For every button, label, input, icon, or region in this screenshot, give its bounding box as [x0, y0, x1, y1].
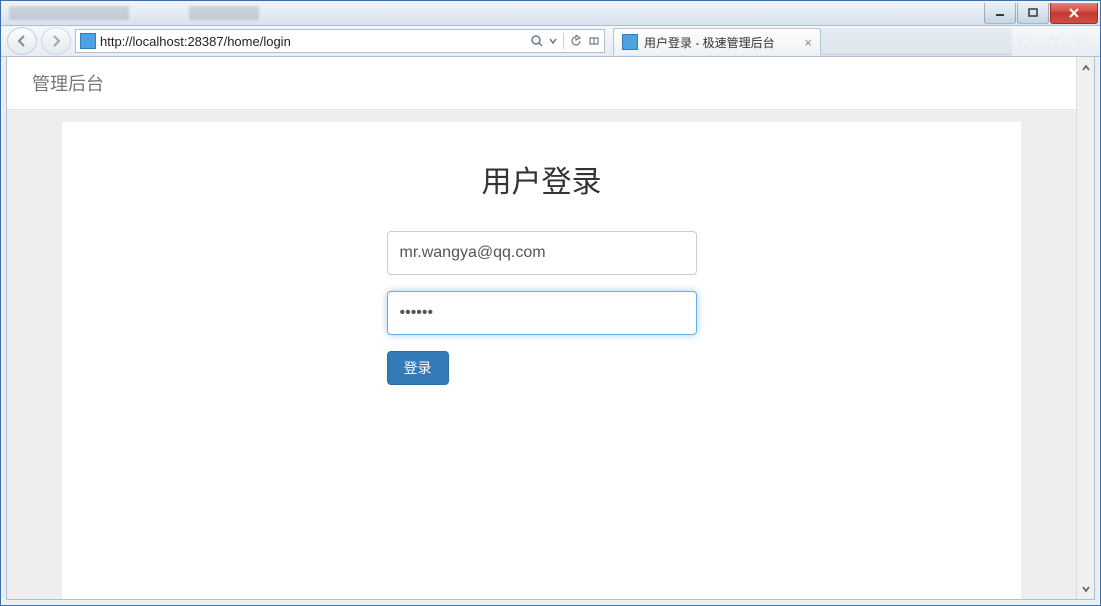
window-maximize-button[interactable] — [1017, 3, 1049, 24]
forward-icon — [49, 34, 63, 48]
gear-icon — [1073, 33, 1089, 49]
page-background: 用户登录 登录 — [7, 110, 1076, 599]
browser-window: http://localhost:28387/home/login 用户登录 -… — [0, 0, 1101, 606]
back-icon — [15, 34, 29, 48]
chevron-up-icon — [1081, 63, 1091, 73]
favorites-button[interactable] — [1044, 32, 1062, 50]
browser-tab-active[interactable]: 用户登录 - 极速管理后台 × — [613, 28, 821, 55]
compat-icon[interactable] — [588, 35, 600, 47]
window-titlebar — [1, 1, 1100, 26]
login-button[interactable]: 登录 — [387, 351, 449, 385]
close-icon — [1068, 7, 1080, 19]
maximize-icon — [1028, 8, 1038, 18]
tab-strip-background — [821, 28, 1012, 55]
home-button[interactable] — [1016, 32, 1034, 50]
nav-back-button[interactable] — [7, 27, 37, 55]
address-bar[interactable]: http://localhost:28387/home/login — [75, 29, 605, 53]
minimize-icon — [995, 8, 1005, 18]
site-favicon — [80, 33, 96, 49]
login-panel: 用户登录 登录 — [62, 122, 1021, 599]
titlebar-blur-area — [1, 1, 984, 25]
settings-button[interactable] — [1072, 32, 1090, 50]
login-form: 登录 — [387, 231, 697, 385]
command-bar — [1016, 32, 1094, 50]
favorites-icon — [1045, 33, 1061, 49]
dropdown-icon[interactable] — [549, 37, 557, 45]
window-minimize-button[interactable] — [984, 3, 1016, 24]
home-icon — [1017, 33, 1033, 49]
address-bar-url: http://localhost:28387/home/login — [100, 34, 291, 49]
search-icon[interactable] — [531, 35, 543, 47]
scroll-up-button[interactable] — [1078, 59, 1093, 76]
password-input[interactable] — [387, 291, 697, 335]
tab-title: 用户登录 - 极速管理后台 — [644, 34, 775, 51]
content-viewport: 管理后台 用户登录 登录 — [6, 56, 1095, 600]
tab-close-button[interactable]: × — [804, 36, 812, 49]
vertical-scrollbar[interactable] — [1076, 57, 1094, 599]
nav-forward-button[interactable] — [41, 27, 71, 55]
page-heading: 用户登录 — [82, 157, 1001, 201]
refresh-icon[interactable] — [570, 35, 582, 47]
site-navbar: 管理后台 — [7, 57, 1076, 110]
browser-toolbar: http://localhost:28387/home/login 用户登录 -… — [1, 26, 1100, 57]
page-body: 管理后台 用户登录 登录 — [7, 57, 1076, 599]
brand-label: 管理后台 — [32, 70, 104, 96]
chevron-down-icon — [1081, 584, 1091, 594]
window-close-button[interactable] — [1050, 3, 1098, 24]
email-input[interactable] — [387, 231, 697, 275]
scroll-down-button[interactable] — [1078, 580, 1093, 597]
tab-favicon — [622, 34, 638, 50]
tab-strip: 用户登录 - 极速管理后台 × — [613, 27, 1012, 55]
